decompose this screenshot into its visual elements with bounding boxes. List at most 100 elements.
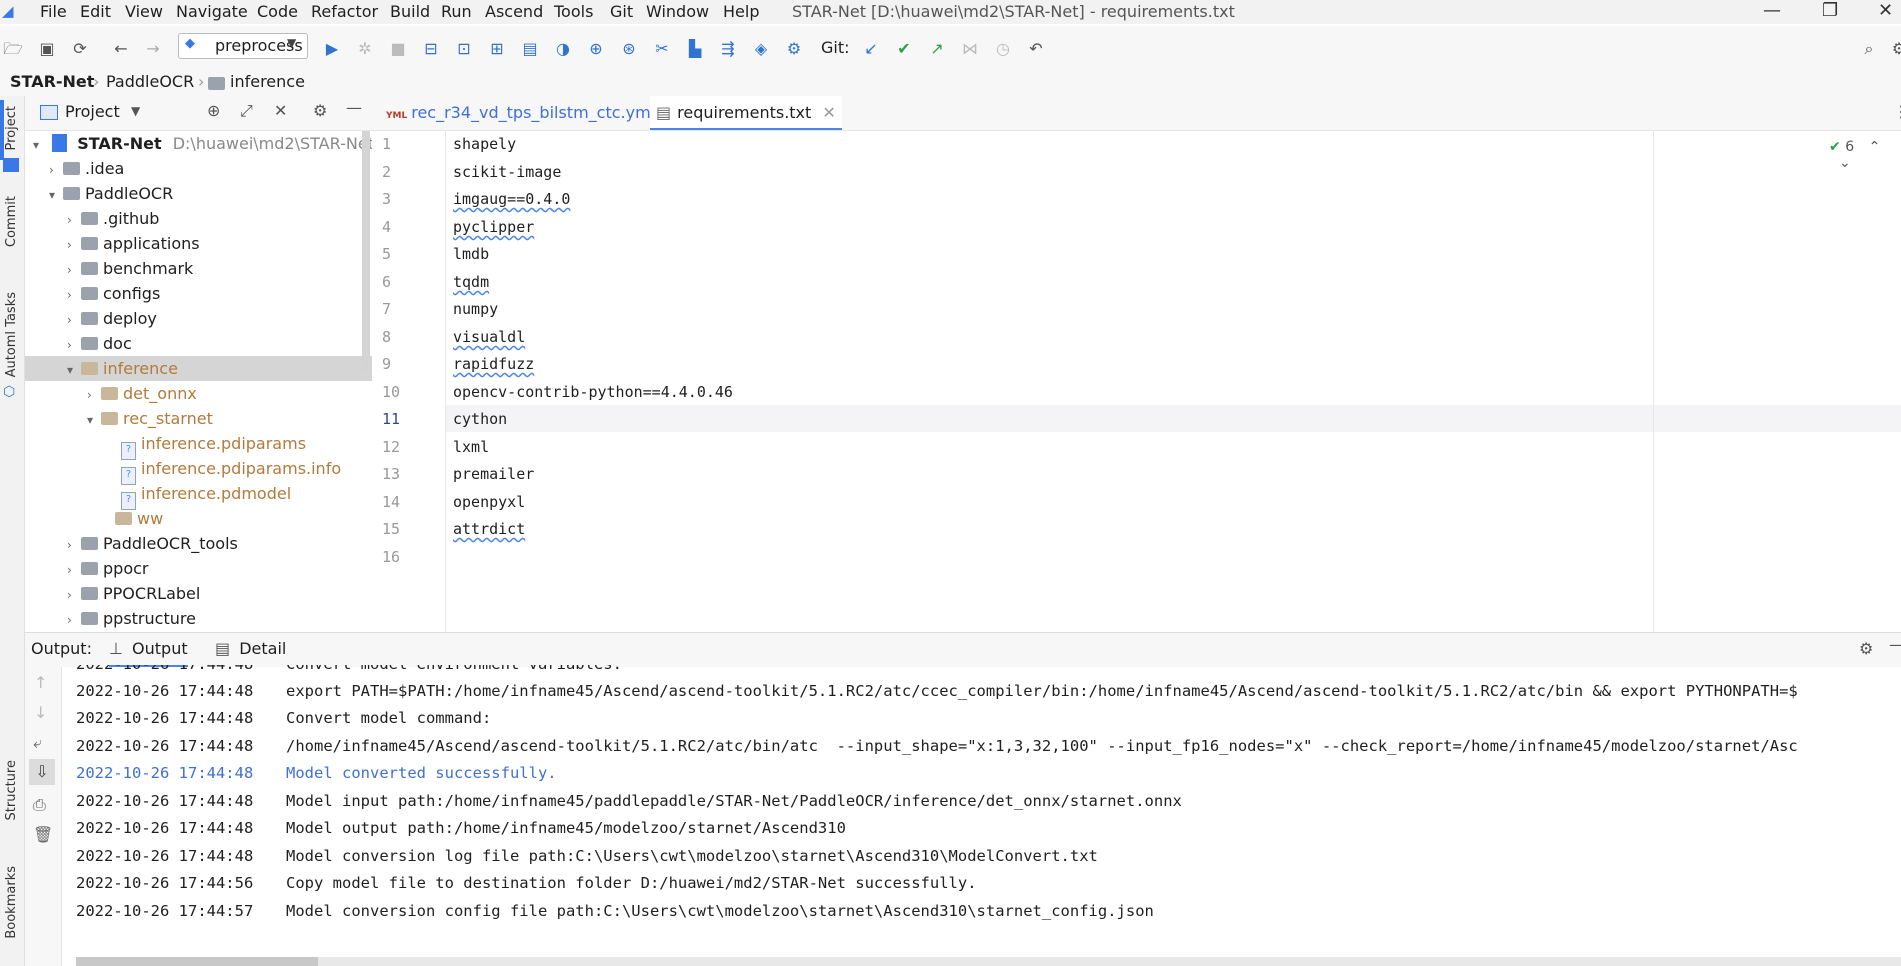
tree-item-pdmodel[interactable]: ? inference.pdmodel	[121, 481, 291, 510]
search-icon[interactable]: ⌕	[1858, 38, 1880, 60]
chevron-right-icon[interactable]: ›	[67, 583, 81, 608]
ascend-tool-11-icon[interactable]: ◈	[750, 38, 772, 60]
run-config-select[interactable]: ◆ preprocess ▼	[178, 33, 308, 59]
chevron-down-icon[interactable]: ▼	[131, 104, 140, 118]
breadcrumb-inference[interactable]: inference	[230, 72, 305, 91]
ascend-tool-3-icon[interactable]: ⊞	[486, 38, 508, 60]
ascend-tool-4-icon[interactable]: ▤	[519, 38, 541, 60]
output-scrollbar-thumb[interactable]	[76, 957, 318, 966]
tree-item-pdiparams-info[interactable]: ? inference.pdiparams.info	[121, 456, 341, 485]
gear-icon[interactable]: ⚙	[1859, 639, 1873, 658]
soft-wrap-icon[interactable]: ⤶	[33, 733, 42, 753]
project-tool-icon[interactable]	[3, 158, 19, 172]
minimize-icon[interactable]: —	[1763, 0, 1781, 21]
save-all-icon[interactable]: ▣	[36, 38, 58, 60]
chevron-right-icon[interactable]: ›	[67, 208, 81, 233]
tree-scrollbar[interactable]	[362, 131, 370, 371]
tab-output[interactable]: ⊥ Output	[109, 633, 188, 667]
tree-item-benchmark[interactable]: › benchmark	[67, 256, 193, 281]
output-horizontal-scrollbar[interactable]	[76, 957, 1901, 966]
ascend-tool-6-icon[interactable]: ⊕	[585, 38, 607, 60]
restore-icon[interactable]: ❐	[1822, 0, 1838, 21]
git-update-icon[interactable]: ↙	[860, 38, 882, 60]
collapse-all-icon[interactable]: ✕	[274, 101, 287, 120]
chevron-right-icon[interactable]: ›	[49, 158, 63, 183]
tree-item-deploy[interactable]: › deploy	[67, 306, 157, 331]
chevron-right-icon[interactable]: ›	[67, 533, 81, 558]
locate-icon[interactable]: ⊕	[207, 101, 220, 120]
open-folder-icon[interactable]: 🗁	[2, 38, 24, 60]
inspection-widget[interactable]: ✔ 6 ⌃ ⌄	[1829, 139, 1901, 171]
chevron-down-icon[interactable]: ▾	[49, 183, 63, 208]
chevron-right-icon[interactable]: ›	[87, 383, 101, 408]
next-highlight-icon[interactable]: ⌄	[1839, 155, 1851, 171]
tab-yml-file[interactable]: YMLrec_r34_vd_tps_bilstm_ctc.yml ✕	[380, 96, 686, 130]
previous-highlight-icon[interactable]: ⌃	[1869, 139, 1881, 155]
hide-panel-icon[interactable]: —	[346, 98, 362, 117]
ascend-tool-1-icon[interactable]: ⊟	[420, 38, 442, 60]
scroll-to-end-icon[interactable]: ⇩	[29, 759, 55, 785]
ascend-tool-12-icon[interactable]: ⚙	[783, 38, 805, 60]
menu-file[interactable]: File	[40, 2, 67, 21]
tab-requirements[interactable]: ▤ requirements.txt ✕	[650, 96, 842, 130]
tool-window-structure[interactable]: Structure	[4, 760, 19, 820]
back-icon[interactable]: ←	[110, 38, 132, 60]
chevron-right-icon[interactable]: ›	[67, 283, 81, 308]
menu-view[interactable]: View	[125, 2, 163, 21]
tree-root-row[interactable]: ▾ STAR-Net D:\huawei\md2\STAR-Net	[33, 131, 372, 156]
tree-item-paddleocr[interactable]: ▾ PaddleOCR	[49, 181, 173, 206]
code-editor[interactable]	[446, 131, 1901, 632]
expand-all-icon[interactable]: ⤢	[240, 101, 253, 121]
tree-item-det-onnx[interactable]: › det_onnx	[87, 381, 197, 406]
menu-refactor[interactable]: Refactor	[311, 2, 378, 21]
tree-item-ppocrlabel[interactable]: › PPOCRLabel	[67, 581, 200, 606]
tree-item-ww[interactable]: ww	[101, 506, 163, 531]
menu-run[interactable]: Run	[441, 2, 472, 21]
print-icon[interactable]: ⎙	[33, 795, 46, 815]
chevron-down-icon[interactable]: ▾	[67, 358, 81, 383]
project-panel-title[interactable]: Project	[65, 102, 120, 121]
ascend-tool-5-icon[interactable]: ◑	[552, 38, 574, 60]
stop-icon[interactable]: ■	[387, 38, 409, 60]
chevron-down-icon[interactable]: ▾	[87, 408, 101, 433]
tool-window-automl[interactable]: Automl Tasks	[4, 292, 19, 377]
menu-window[interactable]: Window	[646, 2, 709, 21]
menu-tools[interactable]: Tools	[554, 2, 593, 21]
tree-item-inference[interactable]: ▾ inference	[67, 356, 178, 381]
tree-item-configs[interactable]: › configs	[67, 281, 160, 306]
tab-detail[interactable]: ▤ Detail	[215, 633, 286, 667]
ascend-tool-10-icon[interactable]: ⇶	[717, 38, 739, 60]
menu-navigate[interactable]: Navigate	[176, 2, 248, 21]
chevron-right-icon[interactable]: ›	[67, 333, 81, 358]
scroll-up-icon[interactable]: ↑	[34, 673, 47, 692]
hide-panel-icon[interactable]: —	[1889, 635, 1901, 654]
menu-ascend[interactable]: Ascend	[485, 2, 543, 21]
automl-icon[interactable]: ⬡	[3, 384, 15, 400]
chevron-right-icon[interactable]: ›	[67, 258, 81, 283]
sync-icon[interactable]: ⟳	[69, 38, 91, 60]
settings-icon[interactable]: ⚙	[1888, 38, 1901, 60]
tree-item-paddleocr-tools[interactable]: › PaddleOCR_tools	[67, 531, 238, 556]
close-window-icon[interactable]: ✕	[1878, 0, 1893, 21]
trash-icon[interactable]: 🗑	[33, 825, 53, 844]
ascend-tool-9-icon[interactable]: ▙	[684, 38, 706, 60]
chevron-right-icon[interactable]: ›	[67, 233, 81, 258]
tool-window-commit[interactable]: Commit	[4, 196, 19, 247]
git-rollback-icon[interactable]: ↶	[1025, 38, 1047, 60]
menu-code[interactable]: Code	[257, 2, 298, 21]
chevron-right-icon[interactable]: ›	[67, 308, 81, 333]
tree-item-idea[interactable]: › .idea	[49, 156, 124, 181]
close-tab-icon[interactable]: ✕	[822, 103, 835, 122]
ascend-tool-2-icon[interactable]: ⊡	[453, 38, 475, 60]
git-push-icon[interactable]: ↗	[926, 38, 948, 60]
run-icon[interactable]: ▶	[321, 38, 343, 60]
tree-item-github[interactable]: › .github	[67, 206, 159, 231]
tree-item-pdiparams[interactable]: ? inference.pdiparams	[121, 431, 306, 460]
ascend-tool-7-icon[interactable]: ⊛	[618, 38, 640, 60]
tree-item-doc[interactable]: › doc	[67, 331, 132, 356]
tree-item-applications[interactable]: › applications	[67, 231, 200, 256]
menu-git[interactable]: Git	[610, 2, 633, 21]
scroll-down-icon[interactable]: ↓	[34, 703, 47, 722]
tree-item-rec-starnet[interactable]: ▾ rec_starnet	[87, 406, 213, 431]
tool-window-project[interactable]: Project	[4, 106, 19, 150]
